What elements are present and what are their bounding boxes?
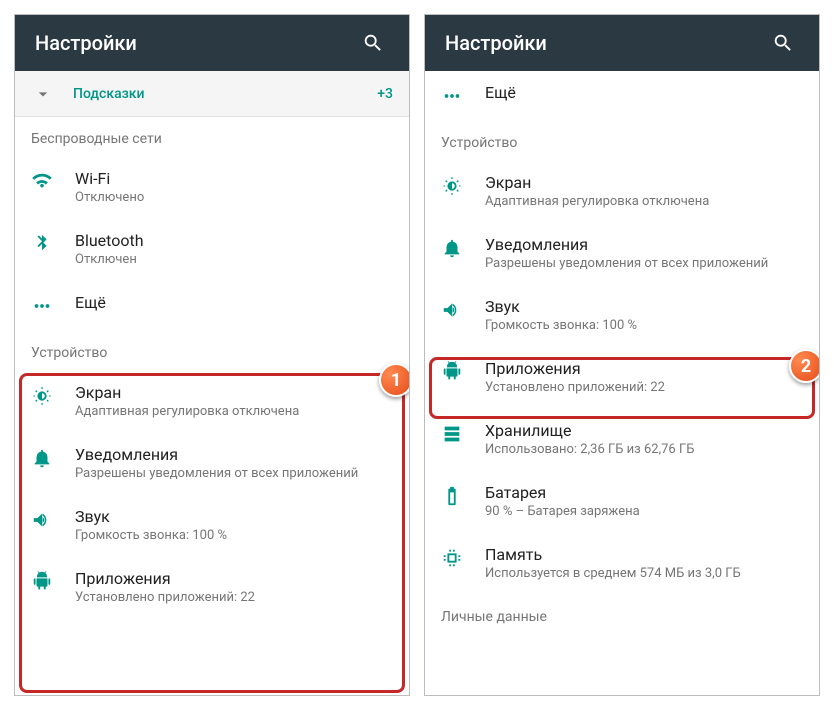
bluetooth-sub: Отключен	[75, 252, 393, 267]
display-title: Экран	[75, 383, 393, 402]
bluetooth-title: Bluetooth	[75, 231, 393, 250]
battery-icon	[441, 483, 485, 507]
appbar: Настройки	[425, 15, 819, 71]
section-device: Устройство	[425, 121, 819, 161]
item-more[interactable]: Ещё	[425, 71, 819, 121]
storage-sub: Использовано: 2,36 ГБ из 62,76 ГБ	[485, 442, 803, 457]
more-icon	[441, 83, 485, 107]
item-battery[interactable]: Батарея 90 % – Батарея заряжена	[425, 471, 819, 533]
item-wifi[interactable]: Wi-Fi Отключено	[15, 157, 409, 219]
sound-sub: Громкость звонка: 100 %	[485, 318, 803, 333]
wifi-title: Wi-Fi	[75, 169, 393, 188]
notifications-title: Уведомления	[75, 445, 393, 464]
apps-title: Приложения	[75, 569, 393, 588]
memory-icon	[441, 545, 485, 569]
memory-sub: Используется в среднем 574 МБ из 3,0 ГБ	[485, 566, 803, 581]
section-wireless: Беспроводные сети	[15, 117, 409, 157]
volume-icon	[31, 507, 75, 531]
item-apps[interactable]: Приложения Установлено приложений: 22	[425, 347, 819, 409]
sound-sub: Громкость звонка: 100 %	[75, 528, 393, 543]
apps-sub: Установлено приложений: 22	[485, 380, 803, 395]
sound-title: Звук	[485, 297, 803, 316]
section-personal: Личные данные	[425, 595, 819, 635]
item-display[interactable]: Экран Адаптивная регулировка отключена	[425, 161, 819, 223]
hints-label: Подсказки	[73, 86, 377, 102]
brightness-icon	[31, 383, 75, 407]
section-device: Устройство	[15, 331, 409, 371]
sound-title: Звук	[75, 507, 393, 526]
item-bluetooth[interactable]: Bluetooth Отключен	[15, 219, 409, 281]
item-apps[interactable]: Приложения Установлено приложений: 22	[15, 557, 409, 619]
display-sub: Адаптивная регулировка отключена	[75, 404, 393, 419]
display-sub: Адаптивная регулировка отключена	[485, 194, 803, 209]
item-display[interactable]: Экран Адаптивная регулировка отключена	[15, 371, 409, 433]
display-title: Экран	[485, 173, 803, 192]
appbar-title: Настройки	[35, 31, 353, 55]
more-title: Ещё	[75, 293, 393, 312]
android-icon	[31, 569, 75, 593]
screen-right: Настройки Ещё Устройство Экран Адаптивна…	[424, 14, 820, 696]
notifications-sub: Разрешены уведомления от всех приложений	[75, 466, 393, 481]
wifi-icon	[31, 169, 75, 193]
item-more[interactable]: Ещё	[15, 281, 409, 331]
item-sound[interactable]: Звук Громкость звонка: 100 %	[15, 495, 409, 557]
appbar-title: Настройки	[445, 31, 763, 55]
storage-icon	[441, 421, 485, 445]
chevron-down-icon	[31, 84, 55, 104]
bluetooth-icon	[31, 231, 75, 255]
item-storage[interactable]: Хранилище Использовано: 2,36 ГБ из 62,76…	[425, 409, 819, 471]
apps-title: Приложения	[485, 359, 803, 378]
memory-title: Память	[485, 545, 803, 564]
item-memory[interactable]: Память Используется в среднем 574 МБ из …	[425, 533, 819, 595]
battery-sub: 90 % – Батарея заряжена	[485, 504, 803, 519]
bell-icon	[441, 235, 485, 259]
wifi-sub: Отключено	[75, 190, 393, 205]
apps-sub: Установлено приложений: 22	[75, 590, 393, 605]
bell-icon	[31, 445, 75, 469]
item-notifications[interactable]: Уведомления Разрешены уведомления от все…	[425, 223, 819, 285]
notifications-title: Уведомления	[485, 235, 803, 254]
storage-title: Хранилище	[485, 421, 803, 440]
volume-icon	[441, 297, 485, 321]
hints-count: +3	[377, 86, 393, 102]
more-icon	[31, 293, 75, 317]
brightness-icon	[441, 173, 485, 197]
search-icon	[772, 32, 794, 54]
battery-title: Батарея	[485, 483, 803, 502]
notifications-sub: Разрешены уведомления от всех приложений	[485, 256, 803, 271]
search-button[interactable]	[353, 23, 393, 63]
more-title: Ещё	[485, 83, 803, 102]
android-icon	[441, 359, 485, 383]
search-button[interactable]	[763, 23, 803, 63]
search-icon	[362, 32, 384, 54]
hints-bar[interactable]: Подсказки +3	[15, 71, 409, 117]
item-notifications[interactable]: Уведомления Разрешены уведомления от все…	[15, 433, 409, 495]
appbar: Настройки	[15, 15, 409, 71]
screen-left: Настройки Подсказки +3 Беспроводные сети…	[14, 14, 410, 696]
item-sound[interactable]: Звук Громкость звонка: 100 %	[425, 285, 819, 347]
